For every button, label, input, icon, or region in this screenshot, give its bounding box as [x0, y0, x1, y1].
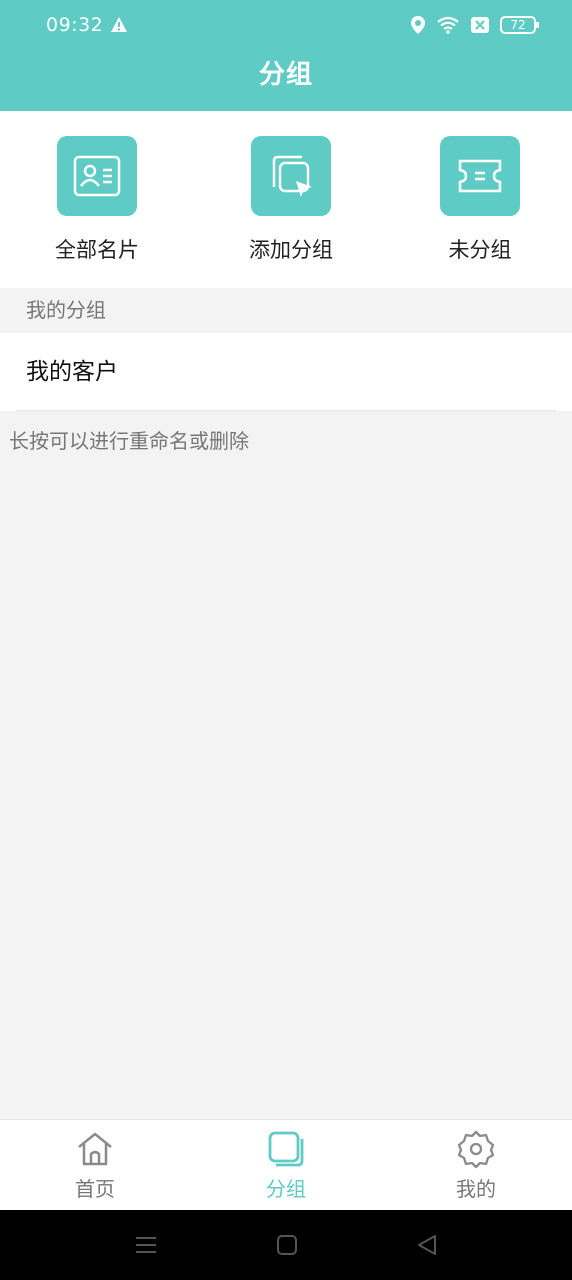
group-item-label: 我的客户	[26, 359, 118, 385]
ungrouped-button[interactable]: 未分组	[410, 136, 550, 264]
group-stack-icon	[268, 1131, 304, 1167]
tab-group-label: 分组	[266, 1177, 306, 1201]
battery-icon: 72	[500, 16, 539, 34]
status-icons: 72	[410, 14, 539, 36]
my-groups-section-title: 我的分组	[0, 288, 572, 333]
divider	[16, 410, 556, 411]
location-icon	[411, 16, 425, 34]
tab-home-label: 首页	[75, 1177, 115, 1201]
wifi-icon	[437, 16, 459, 34]
tab-group[interactable]: 分组	[226, 1120, 346, 1211]
hint-text: 长按可以进行重命名或删除	[9, 429, 249, 453]
back-triangle-icon[interactable]	[414, 1232, 440, 1258]
tab-home[interactable]: 首页	[35, 1120, 155, 1211]
quick-actions: 全部名片 添加分组 未分组	[0, 111, 572, 288]
add-group-button[interactable]: 添加分组	[221, 136, 361, 264]
add-group-label: 添加分组	[249, 238, 333, 262]
system-nav-bar	[0, 1210, 572, 1280]
screen: 09:32 72 分组 全部名片 添加分组 未分组 我的分组 我的客户 长按可以…	[0, 0, 572, 1280]
ungrouped-tile	[440, 136, 520, 216]
sim-off-icon	[471, 17, 489, 33]
home-square-icon[interactable]	[274, 1232, 300, 1258]
all-cards-label: 全部名片	[55, 238, 139, 262]
settings-gear-icon	[457, 1130, 495, 1169]
page-title: 分组	[258, 60, 313, 90]
tab-mine[interactable]: 我的	[416, 1120, 536, 1211]
tab-mine-label: 我的	[456, 1177, 496, 1201]
contact-card-icon	[73, 155, 121, 197]
add-group-icon	[272, 155, 312, 197]
ungrouped-label: 未分组	[448, 238, 512, 262]
all-cards-tile	[57, 136, 137, 216]
warning-icon	[111, 17, 127, 32]
bottom-tab-bar: 首页 分组 我的	[0, 1119, 572, 1210]
menu-icon[interactable]	[133, 1232, 159, 1258]
home-icon	[78, 1132, 112, 1166]
all-cards-button[interactable]: 全部名片	[27, 136, 167, 264]
group-item-my-customers[interactable]: 我的客户	[0, 333, 572, 411]
status-time: 09:32	[46, 14, 104, 36]
app-header: 09:32 72 分组	[0, 0, 572, 111]
ticket-icon	[458, 159, 502, 193]
add-group-tile	[251, 136, 331, 216]
